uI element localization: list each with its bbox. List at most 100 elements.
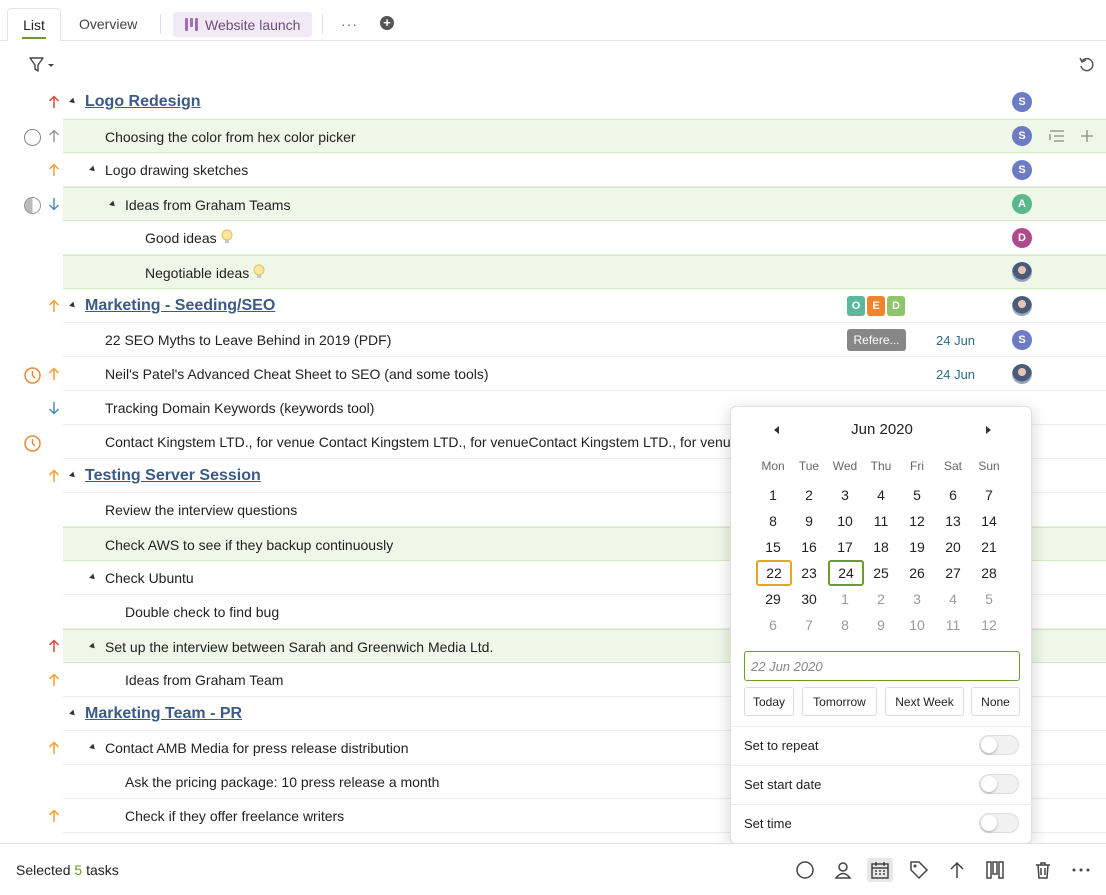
project-title[interactable]: Logo Redesign (85, 85, 201, 119)
tag-chip[interactable]: O (847, 296, 865, 316)
calendar-day[interactable]: 5 (971, 586, 1007, 612)
task-row[interactable]: Good ideas (63, 221, 1106, 255)
avatar[interactable]: S (1012, 92, 1032, 112)
calendar-day[interactable]: 1 (827, 586, 863, 612)
priority-low-icon[interactable] (48, 197, 60, 211)
task-title[interactable]: Double check to find bug (125, 595, 279, 629)
calendar-day[interactable]: 8 (755, 508, 791, 534)
collapse-caret-icon[interactable] (89, 573, 97, 582)
calendar-day[interactable]: 25 (863, 560, 899, 586)
assignee-icon[interactable] (833, 860, 853, 880)
next-month-icon[interactable] (986, 426, 991, 434)
priority-icon[interactable] (947, 860, 967, 880)
task-title[interactable]: Negotiable ideas (145, 256, 265, 290)
collapse-caret-icon[interactable] (89, 642, 97, 651)
collapse-caret-icon[interactable] (69, 471, 77, 480)
calendar-day[interactable]: 11 (863, 508, 899, 534)
avatar[interactable] (1012, 262, 1032, 282)
calendar-day[interactable]: 10 (827, 508, 863, 534)
calendar-day[interactable]: 9 (863, 612, 899, 638)
calendar-day-selected[interactable]: 24 (828, 560, 864, 586)
calendar-day[interactable]: 21 (971, 534, 1007, 560)
calendar-day[interactable]: 3 (899, 586, 935, 612)
priority-low-icon[interactable] (48, 129, 60, 143)
calendar-day[interactable]: 4 (935, 586, 971, 612)
tag-chip[interactable]: D (887, 296, 905, 316)
tab-overview[interactable]: Overview (79, 8, 137, 40)
calendar-day[interactable]: 2 (791, 482, 827, 508)
avatar[interactable] (1012, 364, 1032, 384)
calendar-day[interactable]: 1 (755, 482, 791, 508)
next-week-button[interactable]: Next Week (885, 687, 964, 716)
calendar-day[interactable]: 18 (863, 534, 899, 560)
task-row[interactable]: Ideas from Graham Teams (63, 187, 1106, 221)
status-clock-icon[interactable] (24, 367, 41, 384)
calendar-day-today[interactable]: 22 (756, 560, 792, 586)
tomorrow-button[interactable]: Tomorrow (802, 687, 877, 716)
calendar-day[interactable]: 12 (971, 612, 1007, 638)
more-tabs-button[interactable]: ··· (341, 8, 358, 40)
task-title[interactable]: Contact Kingstem LTD., for venue Contact… (105, 425, 738, 459)
calendar-day[interactable]: 20 (935, 534, 971, 560)
tag-chip[interactable]: E (867, 296, 885, 316)
task-title[interactable]: Neil's Patel's Advanced Cheat Sheet to S… (105, 357, 489, 391)
collapse-caret-icon[interactable] (69, 301, 77, 310)
task-title[interactable]: Check Ubuntu (105, 561, 194, 595)
calendar-day[interactable]: 23 (791, 560, 827, 586)
calendar-day[interactable]: 16 (791, 534, 827, 560)
priority-high-icon[interactable] (48, 95, 60, 109)
calendar-day[interactable]: 19 (899, 534, 935, 560)
priority-low-icon[interactable] (48, 401, 60, 415)
task-title[interactable]: Logo drawing sketches (105, 153, 248, 187)
due-date[interactable]: 24 Jun (936, 367, 975, 382)
priority-medium-icon[interactable] (48, 741, 60, 755)
collapse-caret-icon[interactable] (69, 97, 77, 106)
filter-icon[interactable] (28, 56, 58, 74)
avatar[interactable]: S (1012, 160, 1032, 180)
avatar[interactable]: S (1012, 126, 1032, 146)
task-title[interactable]: Review the interview questions (105, 493, 297, 527)
calendar-day[interactable]: 7 (791, 612, 827, 638)
board-column-icon[interactable] (985, 860, 1005, 880)
task-title[interactable]: Ideas from Graham Team (125, 663, 283, 697)
calendar-day[interactable]: 2 (863, 586, 899, 612)
calendar-day[interactable]: 3 (827, 482, 863, 508)
calendar-day[interactable]: 7 (971, 482, 1007, 508)
collapse-caret-icon[interactable] (89, 743, 97, 752)
calendar-day[interactable]: 10 (899, 612, 935, 638)
task-row[interactable]: Logo drawing sketches (63, 153, 1106, 187)
priority-medium-icon[interactable] (48, 673, 60, 687)
calendar-button[interactable] (867, 858, 893, 882)
project-title[interactable]: Marketing - Seeding/SEO (85, 289, 275, 323)
due-date[interactable]: 24 Jun (936, 333, 975, 348)
avatar[interactable]: D (1012, 228, 1032, 248)
project-row[interactable]: Marketing - Seeding/SEO (63, 289, 1106, 323)
calendar-day[interactable]: 29 (755, 586, 791, 612)
calendar-day[interactable]: 4 (863, 482, 899, 508)
tab-list[interactable]: List (7, 8, 61, 41)
calendar-day[interactable]: 30 (791, 586, 827, 612)
task-title[interactable]: 22 SEO Myths to Leave Behind in 2019 (PD… (105, 323, 391, 357)
calendar-day[interactable]: 27 (935, 560, 971, 586)
calendar-day[interactable]: 12 (899, 508, 935, 534)
calendar-day[interactable]: 9 (791, 508, 827, 534)
calendar-day[interactable]: 17 (827, 534, 863, 560)
repeat-toggle[interactable] (979, 735, 1019, 755)
task-title[interactable]: Choosing the color from hex color picker (105, 120, 356, 154)
priority-medium-icon[interactable] (48, 163, 60, 177)
collapse-caret-icon[interactable] (89, 165, 97, 174)
add-subtask-icon[interactable] (1049, 129, 1065, 143)
none-button[interactable]: None (971, 687, 1020, 716)
avatar[interactable]: S (1012, 330, 1032, 350)
add-task-icon[interactable] (1080, 129, 1094, 143)
date-input[interactable] (744, 651, 1020, 681)
reference-tag[interactable]: Refere... (847, 329, 906, 351)
refresh-icon[interactable] (1078, 56, 1096, 74)
task-title[interactable]: Check if they offer freelance writers (125, 799, 344, 833)
start-date-toggle[interactable] (979, 774, 1019, 794)
task-title[interactable]: Ask the pricing package: 10 press releas… (125, 765, 439, 799)
calendar-day[interactable]: 6 (755, 612, 791, 638)
calendar-day[interactable]: 15 (755, 534, 791, 560)
avatar[interactable]: A (1012, 194, 1032, 214)
project-row[interactable]: Logo Redesign (63, 85, 1106, 119)
